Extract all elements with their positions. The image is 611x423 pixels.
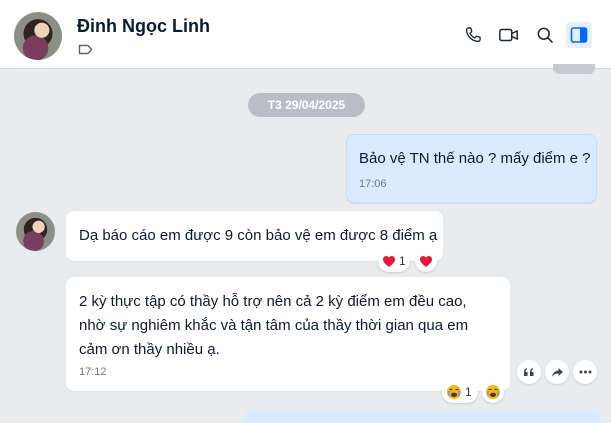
message-text: Dạ báo cáo em được 9 còn bảo vệ em được … bbox=[79, 227, 438, 244]
search-button[interactable] bbox=[532, 22, 558, 48]
previous-message-edge bbox=[553, 64, 595, 74]
react-button[interactable] bbox=[415, 250, 437, 272]
message-text: Bảo vệ TN thế nào ? mấy điểm e ? bbox=[359, 150, 591, 167]
reaction-summary[interactable]: 1 bbox=[442, 381, 478, 403]
message-time: 17:12 bbox=[79, 366, 107, 378]
forward-icon bbox=[551, 367, 563, 377]
quote-icon bbox=[524, 368, 534, 376]
quote-button[interactable] bbox=[517, 360, 541, 384]
received-message-bubble[interactable]: 2 kỳ thực tập có thầy hỗ trợ nên cả 2 kỳ… bbox=[66, 277, 510, 391]
reaction-summary[interactable]: 1 bbox=[378, 250, 410, 272]
more-button[interactable] bbox=[573, 360, 597, 384]
crying-face-icon bbox=[447, 385, 461, 399]
heart-icon bbox=[383, 255, 395, 267]
reaction-count: 1 bbox=[465, 385, 472, 399]
search-icon bbox=[537, 27, 553, 43]
crying-face-icon bbox=[486, 385, 500, 399]
contact-avatar-small[interactable] bbox=[16, 212, 55, 251]
video-call-button[interactable] bbox=[496, 22, 522, 48]
reaction-count: 1 bbox=[399, 254, 406, 268]
forward-button[interactable] bbox=[545, 360, 569, 384]
video-icon bbox=[499, 28, 518, 42]
heart-icon bbox=[420, 255, 432, 267]
phone-icon bbox=[465, 27, 481, 43]
call-button[interactable] bbox=[460, 22, 486, 48]
message-time: 17:06 bbox=[359, 178, 387, 190]
sent-message-bubble-partial[interactable] bbox=[244, 410, 601, 423]
message-line: nhờ sự nghiêm khắc và tận tâm của thầy t… bbox=[79, 317, 469, 334]
date-separator: T3 29/04/2025 bbox=[248, 93, 365, 117]
tag-icon[interactable] bbox=[78, 44, 93, 55]
sidebar-toggle-icon bbox=[570, 27, 588, 43]
message-line: 2 kỳ thực tập có thầy hỗ trợ nên cả 2 kỳ… bbox=[79, 293, 467, 310]
react-button[interactable] bbox=[482, 381, 504, 403]
contact-name[interactable]: Đinh Ngọc Linh bbox=[77, 16, 210, 37]
sent-message-bubble[interactable]: Bảo vệ TN thế nào ? mấy điểm e ? 17:06 bbox=[346, 134, 597, 203]
chat-header: Đinh Ngọc Linh bbox=[0, 0, 611, 69]
more-icon bbox=[579, 370, 591, 374]
contact-avatar[interactable] bbox=[14, 12, 62, 60]
message-line: cảm ơn thầy nhiều ạ. bbox=[79, 341, 220, 358]
conversation-info-toggle[interactable] bbox=[566, 22, 592, 48]
